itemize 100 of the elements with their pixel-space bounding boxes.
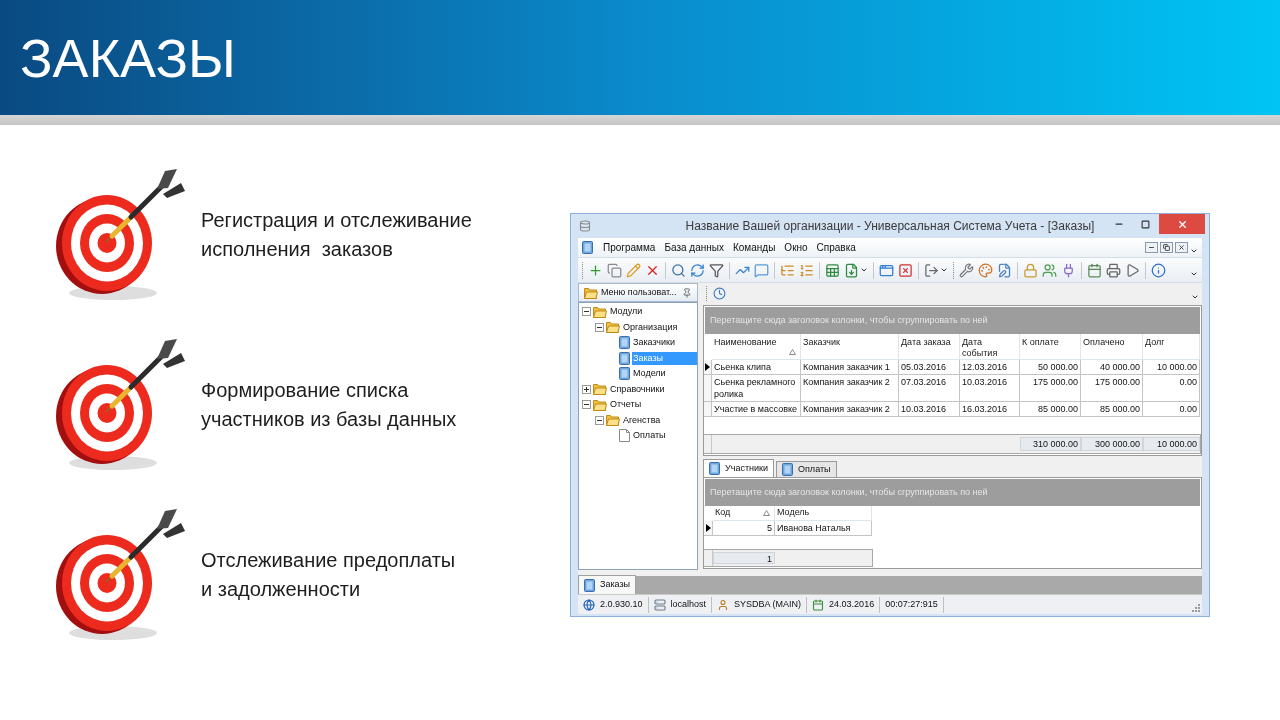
table-cell: Компания заказчик 2 xyxy=(801,375,899,402)
table-cell: 12.03.2016 xyxy=(960,360,1020,375)
tree-item[interactable]: Агенства xyxy=(622,413,697,427)
child-close-button[interactable] xyxy=(1175,242,1188,253)
maximize-icon xyxy=(1141,219,1150,229)
menu-item[interactable]: Окно xyxy=(780,240,812,255)
group-panel-hint: Перетащите сюда заголовок колонки, чтобы сгруппировать по ней xyxy=(710,313,988,327)
menu-item[interactable]: Команды xyxy=(729,240,780,255)
database-icon[interactable] xyxy=(579,220,591,232)
page-icon xyxy=(619,429,630,443)
collapse-icon[interactable] xyxy=(595,415,604,425)
user-icon xyxy=(717,598,730,611)
new-window-icon[interactable] xyxy=(879,262,894,278)
detail-tab[interactable]: Участники xyxy=(703,459,774,477)
tree-list-icon[interactable] xyxy=(780,262,795,278)
column-header[interactable]: Модель xyxy=(775,506,872,521)
printer-icon[interactable] xyxy=(1106,262,1121,278)
feature-text: Отслеживание предоплаты и задолженности xyxy=(201,548,456,602)
tree-item[interactable]: Организация xyxy=(622,320,697,334)
menu-item[interactable]: База данных xyxy=(660,240,728,255)
calendar-icon[interactable] xyxy=(1087,262,1102,278)
plug-icon[interactable] xyxy=(1061,262,1076,278)
tree-item[interactable]: Справочники xyxy=(609,382,697,396)
column-header[interactable]: Дата события xyxy=(960,334,1020,360)
tree-item[interactable]: Отчеты xyxy=(609,398,697,412)
table-cell: 10.03.2016 xyxy=(960,375,1020,402)
group-panel-hint: Перетащите сюда заголовок колонки, чтобы сгруппировать по ней xyxy=(710,485,988,499)
overflow-caret-icon[interactable] xyxy=(1190,270,1198,278)
window-title: Название Вашей организации - Универсальная Система Учета - [Заказы] xyxy=(685,218,1095,235)
users-icon[interactable] xyxy=(1042,262,1057,278)
child-minimize-button[interactable] xyxy=(1145,242,1158,253)
play-icon[interactable] xyxy=(1125,262,1140,278)
column-header[interactable]: Долг xyxy=(1143,334,1200,360)
edit-document-icon[interactable] xyxy=(997,262,1012,278)
row-indicator[interactable] xyxy=(704,360,712,375)
copy-icon[interactable] xyxy=(607,262,622,278)
info-icon[interactable] xyxy=(1151,262,1166,278)
table-cell: 40 000.00 xyxy=(1081,360,1143,375)
row-indicator[interactable] xyxy=(704,521,713,536)
collapse-icon[interactable] xyxy=(582,400,591,410)
tree-item[interactable]: Заказчики xyxy=(632,336,697,350)
ordered-list-icon[interactable] xyxy=(799,262,814,278)
pencil-icon[interactable] xyxy=(626,262,641,278)
refresh-icon[interactable] xyxy=(690,262,705,278)
overflow-caret-icon[interactable] xyxy=(1191,293,1199,301)
close-icon xyxy=(1176,218,1188,230)
filter-icon[interactable] xyxy=(709,262,724,278)
pin-icon[interactable] xyxy=(682,287,692,298)
spreadsheet-icon[interactable] xyxy=(825,262,840,278)
clock-icon[interactable] xyxy=(713,286,726,300)
tree-item[interactable]: Модули xyxy=(609,305,697,319)
plus-icon[interactable] xyxy=(588,262,603,278)
status-text: 00:07:27:915 xyxy=(885,597,938,611)
expand-icon[interactable] xyxy=(582,384,591,394)
slide-title: ЗАКАЗЫ xyxy=(20,30,236,85)
file-export-icon[interactable] xyxy=(844,262,859,278)
dropdown-caret-icon[interactable] xyxy=(940,266,948,274)
menu-item[interactable]: Справка xyxy=(812,240,860,255)
tree-item[interactable]: Оплаты xyxy=(632,429,697,443)
wrench-icon[interactable] xyxy=(959,262,974,278)
table-cell: 5 xyxy=(713,521,775,536)
dropdown-caret-icon[interactable] xyxy=(860,266,868,274)
lock-icon[interactable] xyxy=(1023,262,1038,278)
column-header[interactable]: Заказчик xyxy=(801,334,899,360)
table-cell: Иванова Наталья xyxy=(775,521,872,536)
column-header[interactable]: Наименование xyxy=(712,334,801,360)
total-cell: 1 xyxy=(713,552,775,564)
table-cell: 0.00 xyxy=(1143,402,1200,417)
table-cell: Сьенка клипа xyxy=(712,360,801,375)
collapse-icon[interactable] xyxy=(582,307,591,317)
form-icon xyxy=(709,462,720,475)
column-header[interactable]: Код xyxy=(713,506,775,521)
form-icon xyxy=(619,336,630,350)
menu-item[interactable]: Программа xyxy=(599,240,660,255)
restore-icon xyxy=(1163,244,1170,251)
panel-tab[interactable]: Меню пользоват... xyxy=(578,283,698,302)
tree-item[interactable]: Модели xyxy=(632,367,697,381)
speech-bubble-icon[interactable] xyxy=(754,262,769,278)
total-cell: 10 000.00 xyxy=(1143,437,1200,451)
search-icon[interactable] xyxy=(671,262,686,278)
document-tab[interactable]: Заказы xyxy=(578,575,637,594)
form-icon xyxy=(619,351,630,365)
folder-icon xyxy=(584,286,598,299)
close-window-icon[interactable] xyxy=(898,262,913,278)
palette-icon[interactable] xyxy=(978,262,993,278)
status-text: 24.03.2016 xyxy=(829,597,875,611)
table-cell: 07.03.2016 xyxy=(899,375,960,402)
minimize-icon xyxy=(1148,244,1155,251)
column-header[interactable]: Оплачено xyxy=(1081,334,1143,360)
form-icon xyxy=(782,463,793,476)
table-cell: 85 000.00 xyxy=(1081,402,1143,417)
child-restore-button[interactable] xyxy=(1160,242,1173,253)
exit-icon[interactable] xyxy=(924,262,939,278)
table-cell: 0.00 xyxy=(1143,375,1200,402)
column-header[interactable]: Дата заказа xyxy=(899,334,960,360)
form-icon[interactable] xyxy=(582,241,593,254)
collapse-icon[interactable] xyxy=(595,322,604,332)
column-header[interactable]: К оплате xyxy=(1020,334,1081,360)
table-cell: 10 000.00 xyxy=(1143,360,1200,375)
detail-tab[interactable]: Оплаты xyxy=(776,461,837,477)
